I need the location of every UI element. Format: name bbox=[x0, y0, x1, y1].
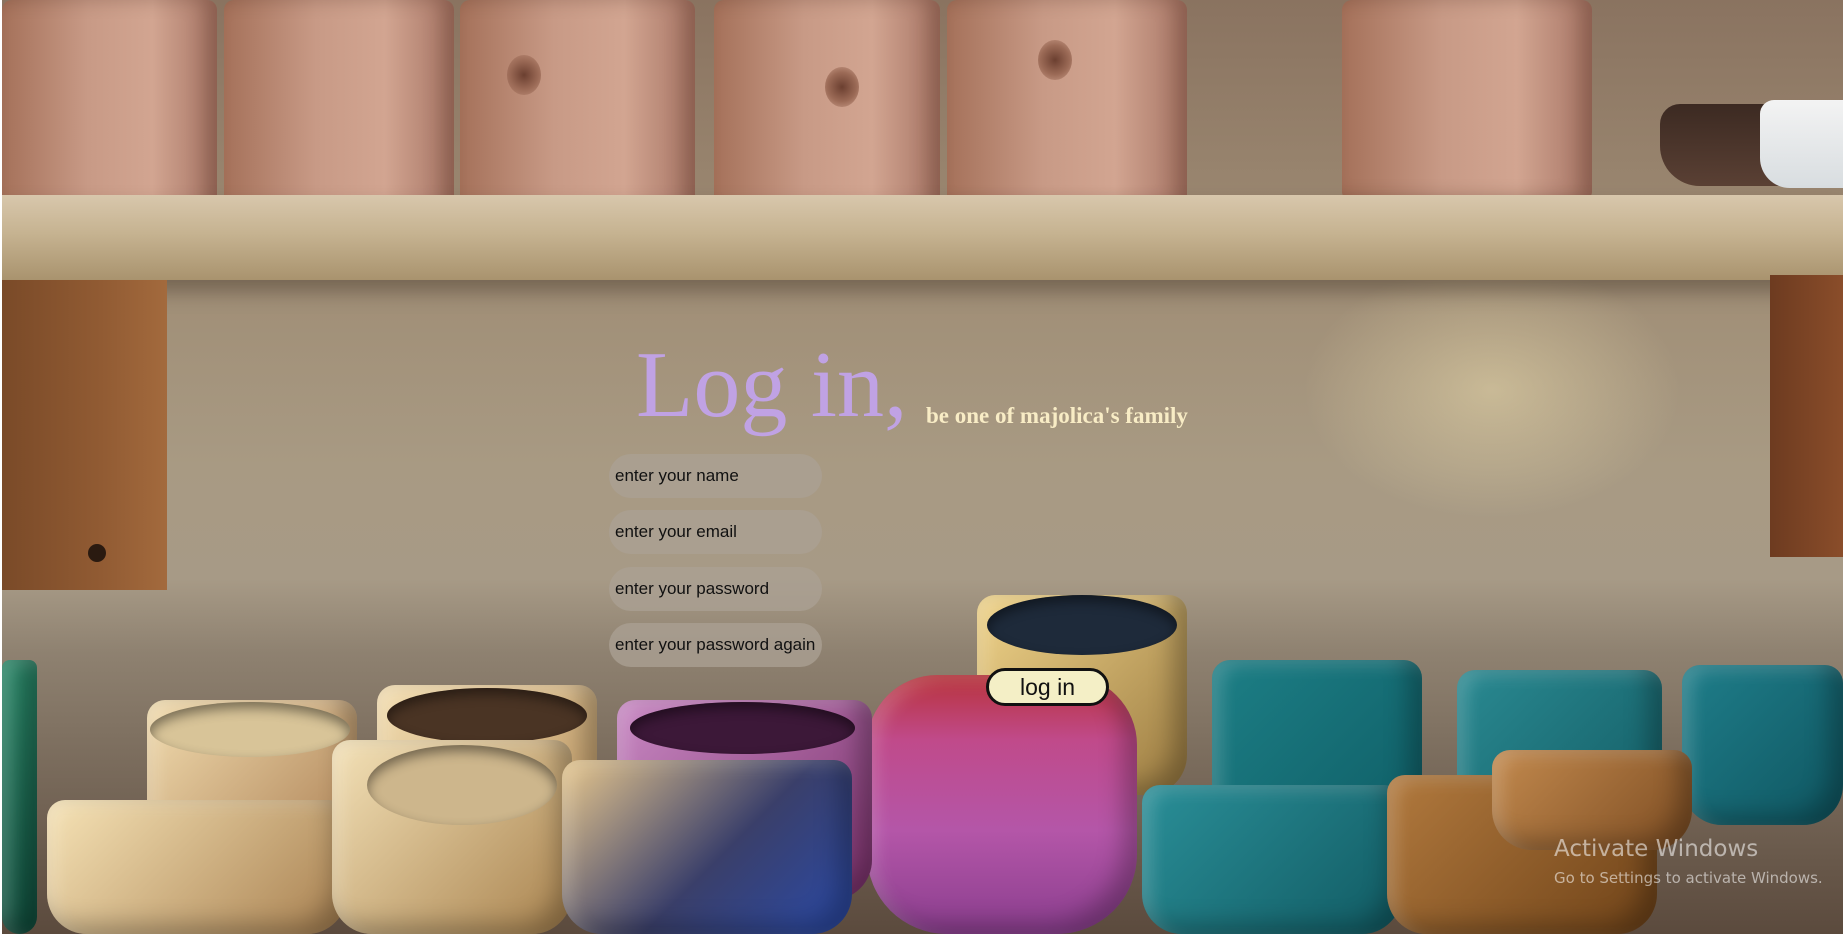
teal-mug bbox=[2, 660, 37, 934]
wall-light bbox=[1302, 260, 1682, 520]
clay-block bbox=[2, 0, 217, 225]
clay-block bbox=[1342, 0, 1592, 198]
clay-block-dent bbox=[825, 67, 859, 107]
brown-mug bbox=[1492, 750, 1692, 850]
login-button[interactable]: log in bbox=[986, 668, 1109, 706]
clay-block bbox=[714, 0, 940, 214]
cream-mug bbox=[47, 800, 347, 934]
mug-rim bbox=[387, 688, 587, 743]
wooden-shelf bbox=[2, 195, 1843, 280]
mug-rim bbox=[367, 745, 557, 825]
login-title: Log in, bbox=[636, 333, 908, 437]
clay-block-dent bbox=[507, 55, 541, 95]
pink-vase bbox=[867, 675, 1137, 934]
password-input[interactable] bbox=[609, 567, 822, 611]
blue-mug bbox=[562, 760, 852, 934]
teal-mug bbox=[1142, 785, 1402, 934]
clay-block bbox=[224, 0, 454, 222]
clay-block bbox=[460, 0, 695, 218]
white-dish bbox=[1760, 100, 1843, 188]
background-photo: Activate Windows Go to Settings to activ… bbox=[2, 0, 1843, 934]
login-subtitle: be one of majolica's family bbox=[926, 403, 1188, 428]
mug-rim bbox=[150, 702, 350, 757]
password-confirm-input[interactable] bbox=[609, 623, 822, 667]
windows-activation-subtitle: Go to Settings to activate Windows. bbox=[1554, 869, 1823, 887]
mug-rim bbox=[987, 595, 1177, 655]
shelf-bracket-left bbox=[2, 280, 167, 590]
name-input[interactable] bbox=[609, 454, 822, 498]
email-input[interactable] bbox=[609, 510, 822, 554]
teal-mug bbox=[1682, 665, 1843, 825]
windows-activation-title: Activate Windows bbox=[1554, 836, 1759, 862]
clay-block-dent bbox=[1038, 40, 1072, 80]
shelf-bracket-right bbox=[1770, 275, 1843, 557]
bracket-hole bbox=[88, 544, 106, 562]
clay-block bbox=[947, 0, 1187, 206]
mug-rim bbox=[630, 702, 855, 754]
